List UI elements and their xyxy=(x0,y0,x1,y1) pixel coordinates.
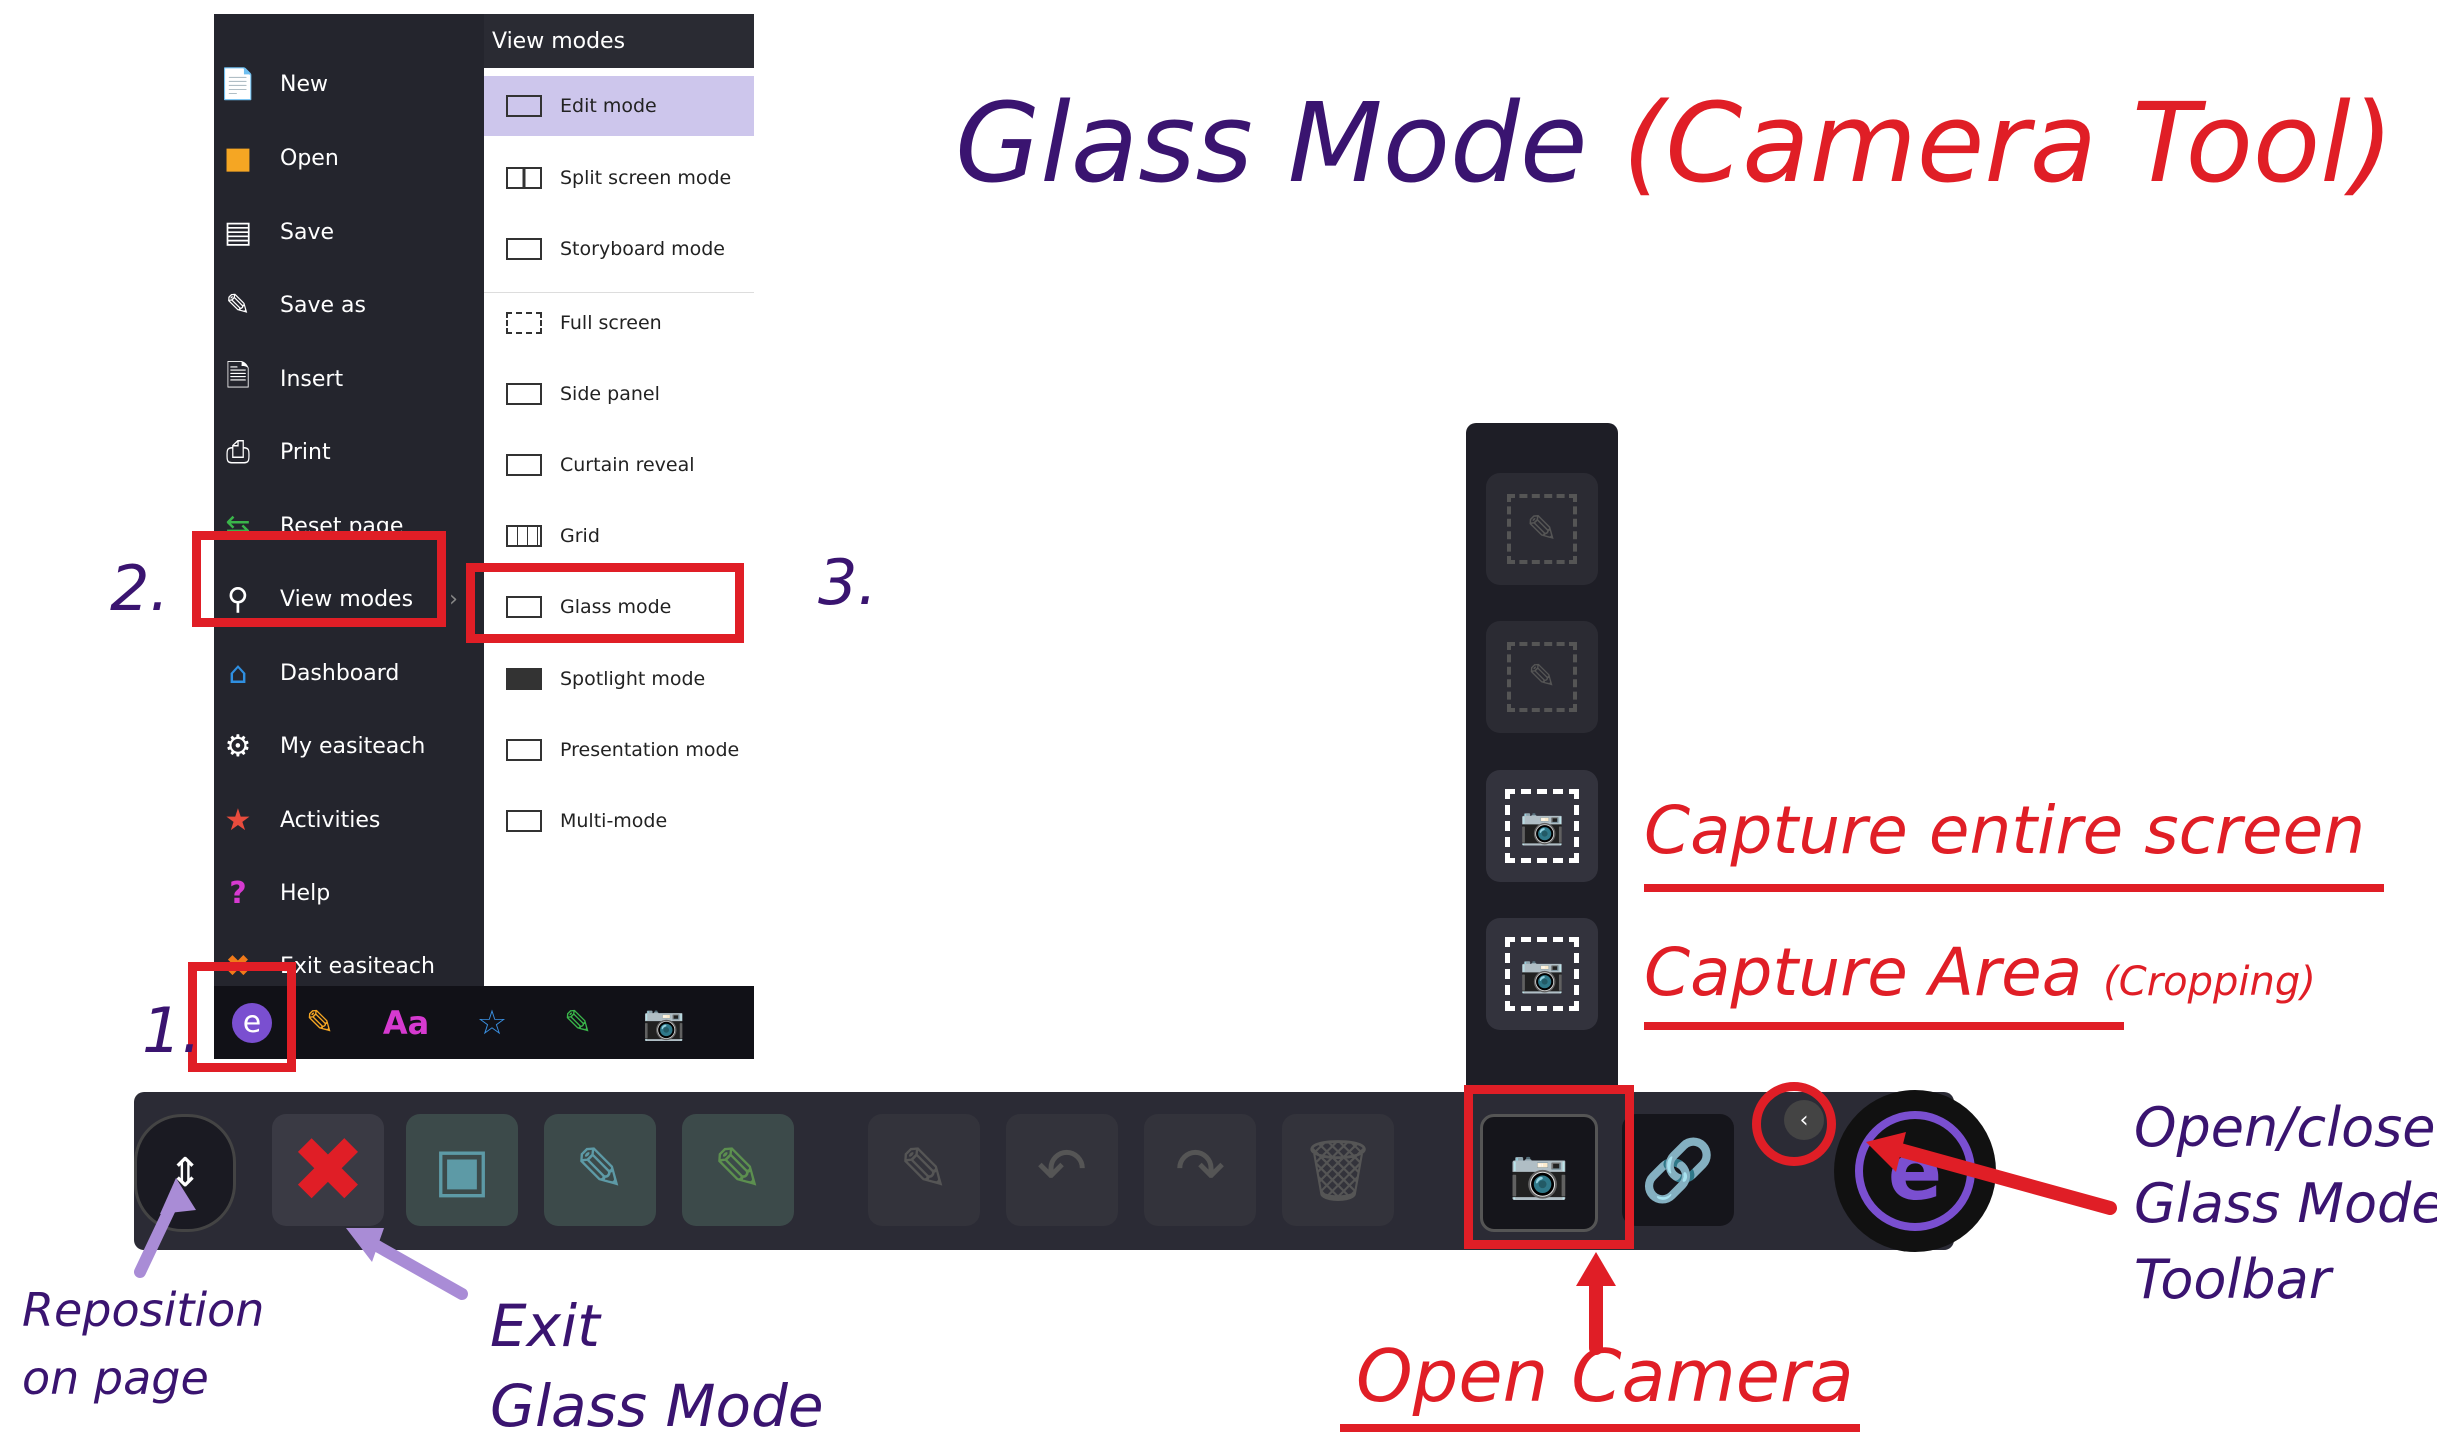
annotation-arrows xyxy=(134,1132,2117,1355)
exit-arrow xyxy=(346,1228,468,1300)
open-camera-arrow xyxy=(1576,1252,1616,1355)
toolbar-toggle-arrow xyxy=(1866,1132,2117,1215)
reposition-arrow xyxy=(134,1178,196,1278)
